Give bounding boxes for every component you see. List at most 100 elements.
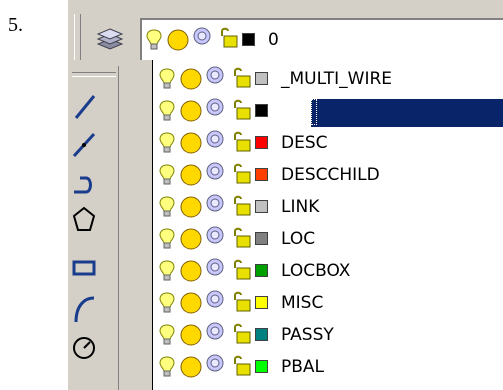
line-icon bbox=[74, 95, 96, 119]
construction-line-button[interactable] bbox=[72, 128, 116, 160]
layer-color-swatch[interactable] bbox=[255, 200, 268, 213]
lock-open-icon[interactable] bbox=[231, 194, 253, 218]
layer-row[interactable]: LOCBOX bbox=[153, 256, 503, 286]
lock-open-icon[interactable] bbox=[231, 290, 253, 314]
combo-current-layer: 0 bbox=[268, 30, 279, 50]
on-off-bulb-icon[interactable] bbox=[159, 323, 175, 347]
drawing-area-frame bbox=[118, 66, 139, 390]
freeze-sun-icon[interactable] bbox=[179, 259, 203, 283]
circle-tool-button[interactable] bbox=[72, 330, 116, 362]
layer-color-swatch[interactable] bbox=[255, 104, 268, 117]
layer-color-swatch[interactable] bbox=[255, 264, 268, 277]
layer-control-combobox[interactable]: 0 bbox=[140, 18, 503, 60]
layer-name: LINK bbox=[281, 197, 320, 217]
on-off-bulb-icon[interactable] bbox=[146, 28, 162, 52]
on-off-bulb-icon[interactable] bbox=[159, 259, 175, 283]
viewport-freeze-icon[interactable] bbox=[205, 65, 227, 87]
layer-name: DESC bbox=[281, 133, 328, 153]
freeze-sun-icon[interactable] bbox=[179, 67, 203, 91]
layer-name: 0 bbox=[281, 101, 292, 121]
layer-row[interactable]: PBAL bbox=[153, 352, 503, 382]
freeze-sun-icon[interactable] bbox=[179, 355, 203, 379]
cad-window: 0 _MULTI_WIRE 0 DESC DESCCHILD LINK LOC … bbox=[68, 0, 503, 390]
viewport-freeze-icon[interactable] bbox=[205, 353, 227, 375]
layer-row[interactable]: LOC bbox=[153, 224, 503, 254]
on-off-bulb-icon[interactable] bbox=[159, 99, 175, 123]
polyline-tool-button[interactable] bbox=[72, 168, 116, 200]
on-off-bulb-icon[interactable] bbox=[159, 131, 175, 155]
freeze-sun-icon[interactable] bbox=[179, 99, 203, 123]
lock-open-icon[interactable] bbox=[231, 66, 253, 90]
layer-row[interactable]: _MULTI_WIRE bbox=[153, 64, 503, 94]
freeze-sun-icon[interactable] bbox=[179, 195, 203, 219]
freeze-sun-icon[interactable] bbox=[166, 28, 190, 52]
on-off-bulb-icon[interactable] bbox=[159, 67, 175, 91]
rectangle-tool-button[interactable] bbox=[72, 252, 116, 284]
freeze-sun-icon[interactable] bbox=[179, 163, 203, 187]
layer-name: PBAL bbox=[281, 357, 325, 377]
freeze-sun-icon[interactable] bbox=[179, 227, 203, 251]
layer-color-swatch[interactable] bbox=[255, 232, 268, 245]
polygon-tool-button[interactable] bbox=[72, 204, 116, 236]
on-off-bulb-icon[interactable] bbox=[159, 195, 175, 219]
viewport-freeze-icon[interactable] bbox=[205, 321, 227, 343]
layer-row[interactable]: PASSY bbox=[153, 320, 503, 350]
lock-open-icon[interactable] bbox=[231, 226, 253, 250]
freeze-sun-icon[interactable] bbox=[179, 131, 203, 155]
freeze-sun-icon[interactable] bbox=[179, 291, 203, 315]
toolbar-grip[interactable] bbox=[74, 14, 81, 60]
focus-rectangle bbox=[311, 99, 317, 125]
viewport-freeze-icon[interactable] bbox=[205, 257, 227, 279]
lock-open-icon[interactable] bbox=[231, 322, 253, 346]
on-off-bulb-icon[interactable] bbox=[159, 355, 175, 379]
layer-color-swatch[interactable] bbox=[255, 72, 268, 85]
arc-tool-button[interactable] bbox=[72, 292, 116, 324]
layer-properties-manager-button[interactable] bbox=[96, 24, 124, 52]
lock-open-icon[interactable] bbox=[231, 98, 253, 122]
combo-color-swatch bbox=[242, 33, 255, 46]
layer-color-swatch[interactable] bbox=[255, 136, 268, 149]
layer-dropdown-list[interactable]: _MULTI_WIRE 0 DESC DESCCHILD LINK LOC LO… bbox=[152, 60, 503, 390]
line-tool-button[interactable] bbox=[72, 90, 116, 122]
layer-row[interactable]: DESC bbox=[153, 128, 503, 158]
rectangle-icon bbox=[72, 260, 96, 276]
lock-open-icon[interactable] bbox=[218, 26, 240, 50]
viewport-freeze-icon[interactable] bbox=[205, 161, 227, 183]
toolbar-separator bbox=[72, 72, 116, 77]
lock-open-icon[interactable] bbox=[231, 130, 253, 154]
layer-color-swatch[interactable] bbox=[255, 360, 268, 373]
layer-name: PASSY bbox=[281, 325, 334, 345]
layer-row[interactable]: LINK bbox=[153, 192, 503, 222]
selection-highlight bbox=[311, 99, 503, 127]
polygon-icon bbox=[72, 206, 96, 231]
layers-toolbar: 0 bbox=[68, 0, 503, 66]
layer-row[interactable]: MISC bbox=[153, 288, 503, 318]
on-off-bulb-icon[interactable] bbox=[159, 291, 175, 315]
layer-row[interactable]: DESCCHILD bbox=[153, 160, 503, 190]
viewport-freeze-icon[interactable] bbox=[192, 26, 214, 48]
layer-color-swatch[interactable] bbox=[255, 168, 268, 181]
on-off-bulb-icon[interactable] bbox=[159, 163, 175, 187]
circle-icon bbox=[73, 337, 95, 359]
layer-row[interactable]: 0 bbox=[153, 96, 503, 127]
viewport-freeze-icon[interactable] bbox=[205, 193, 227, 215]
viewport-freeze-icon[interactable] bbox=[205, 129, 227, 151]
viewport-freeze-icon[interactable] bbox=[205, 225, 227, 247]
lock-open-icon[interactable] bbox=[231, 258, 253, 282]
layer-color-swatch[interactable] bbox=[255, 328, 268, 341]
lock-open-icon[interactable] bbox=[231, 354, 253, 378]
arc-icon bbox=[74, 296, 95, 323]
lock-open-icon[interactable] bbox=[231, 162, 253, 186]
on-off-bulb-icon[interactable] bbox=[159, 227, 175, 251]
viewport-freeze-icon[interactable] bbox=[205, 97, 227, 119]
freeze-sun-icon[interactable] bbox=[179, 323, 203, 347]
viewport-freeze-icon[interactable] bbox=[205, 289, 227, 311]
layer-name: _MULTI_WIRE bbox=[281, 69, 393, 89]
layer-name: MISC bbox=[281, 293, 324, 313]
layer-color-swatch[interactable] bbox=[255, 296, 268, 309]
step-number: 5. bbox=[8, 14, 23, 36]
draw-toolbar bbox=[68, 66, 139, 390]
layer-name: LOC bbox=[281, 229, 316, 249]
layer-name: DESCCHILD bbox=[281, 165, 380, 185]
layers-stack-icon bbox=[96, 28, 124, 50]
